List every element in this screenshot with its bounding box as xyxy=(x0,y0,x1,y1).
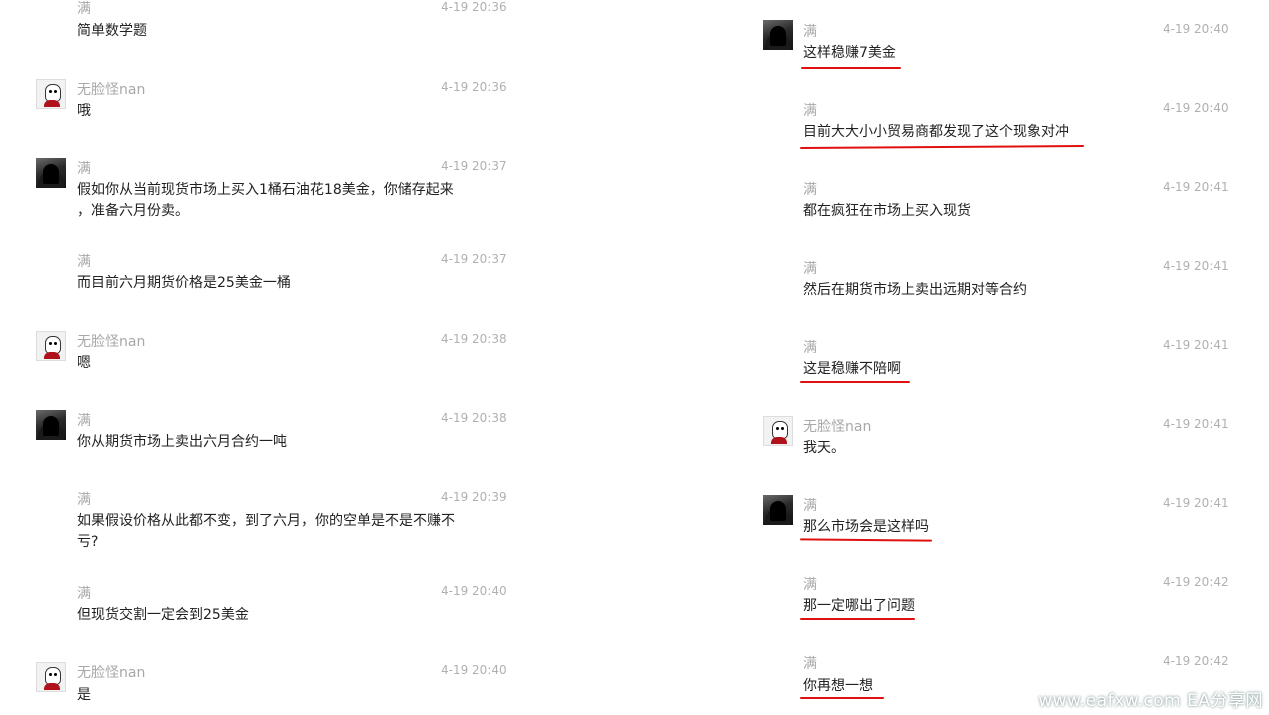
message-time: 4-19 20:37 xyxy=(441,252,507,266)
message-text: 你再想一想 xyxy=(803,678,873,694)
message-time: 4-19 20:42 xyxy=(1163,575,1229,589)
sender-name[interactable]: 满 xyxy=(803,653,817,673)
message-text: ，准备六月份卖。 xyxy=(77,203,189,219)
message-text: 亏? xyxy=(77,534,99,550)
message-text: 你从期货市场上卖出六月合约一吨 xyxy=(77,434,287,450)
message-time: 4-19 20:41 xyxy=(1163,496,1229,510)
sender-name[interactable]: 满 xyxy=(803,337,817,357)
annotation-underline xyxy=(800,618,915,620)
message-text: 那一定哪出了问题 xyxy=(803,598,915,614)
annotation-underline xyxy=(799,145,1085,149)
annotation-underline xyxy=(799,538,933,542)
sender-name: 满 xyxy=(77,1,91,17)
sender-name[interactable]: 满 xyxy=(77,489,91,509)
message-text: 都在疯狂在市场上买入现货 xyxy=(803,203,971,219)
message-text: 这样稳赚7美金 xyxy=(803,45,896,61)
sender-name[interactable]: 满 xyxy=(803,179,817,199)
sender-name[interactable]: 满 xyxy=(803,100,817,120)
sender-name[interactable]: 满 xyxy=(77,410,91,430)
message-time: 4-19 20:41 xyxy=(1163,338,1229,352)
sender-name[interactable]: 满 xyxy=(803,495,817,515)
message-text: 然后在期货市场上卖出远期对等合约 xyxy=(803,282,1027,298)
message-text: 我天。 xyxy=(803,440,845,456)
message-time: 4-19 20:37 xyxy=(441,159,507,173)
message-time: 4-19 20:36 xyxy=(441,80,507,94)
message-text: 简单数学题 xyxy=(77,23,147,39)
avatar[interactable] xyxy=(36,158,66,188)
sender-name[interactable]: 无脸怪nan xyxy=(803,416,871,436)
message-time: 4-19 20:38 xyxy=(441,411,507,425)
message-text: 这是稳赚不陪啊 xyxy=(803,361,901,377)
annotation-underline xyxy=(800,697,884,699)
avatar[interactable] xyxy=(36,331,66,361)
avatar[interactable] xyxy=(36,79,66,109)
message-text: 假如你从当前现货市场上买入1桶石油花18美金，你储存起来 xyxy=(77,182,454,198)
sender-name[interactable]: 无脸怪nan xyxy=(77,662,145,682)
message-text: 目前大大小小贸易商都发现了这个现象对冲 xyxy=(803,124,1069,140)
message-time: 4-19 20:40 xyxy=(1163,101,1229,115)
sender-name[interactable]: 满 xyxy=(77,251,91,271)
sender-name[interactable]: 满 xyxy=(77,583,91,603)
sender-name[interactable]: 满 xyxy=(803,574,817,594)
message-text: 但现货交割一定会到25美金 xyxy=(77,607,249,623)
message-text: 嗯 xyxy=(77,355,91,371)
annotation-underline xyxy=(801,67,901,69)
message-time: 4-19 20:36 xyxy=(441,0,507,14)
watermark: www.eafxw.com EA分享网 xyxy=(1038,691,1263,711)
message-text: 如果假设价格从此都不变，到了六月，你的空单是不是不赚不 xyxy=(77,513,455,529)
sender-name[interactable]: 无脸怪nan xyxy=(77,79,145,99)
message-time: 4-19 20:40 xyxy=(441,584,507,598)
message-time: 4-19 20:38 xyxy=(441,332,507,346)
sender-name[interactable]: 满 xyxy=(803,258,817,278)
annotation-underline xyxy=(800,381,910,383)
message-time: 4-19 20:39 xyxy=(441,490,507,504)
message-time: 4-19 20:41 xyxy=(1163,417,1229,431)
sender-name[interactable]: 无脸怪nan xyxy=(77,331,145,351)
sender-name[interactable]: 满 xyxy=(803,21,817,41)
message-text: 哦 xyxy=(77,103,91,119)
message-text: 那么市场会是这样吗 xyxy=(803,519,929,535)
avatar[interactable] xyxy=(36,662,66,692)
message-time: 4-19 20:40 xyxy=(441,663,507,677)
avatar[interactable] xyxy=(763,20,793,50)
avatar[interactable] xyxy=(36,410,66,440)
avatar[interactable] xyxy=(763,495,793,525)
message-time: 4-19 20:41 xyxy=(1163,259,1229,273)
avatar[interactable] xyxy=(763,416,793,446)
message-time: 4-19 20:40 xyxy=(1163,22,1229,36)
sender-name[interactable]: 满 xyxy=(77,158,91,178)
message-text: 而目前六月期货价格是25美金一桶 xyxy=(77,275,291,291)
message-time: 4-19 20:42 xyxy=(1163,654,1229,668)
message-time: 4-19 20:41 xyxy=(1163,180,1229,194)
message-text: 是 xyxy=(77,687,91,703)
